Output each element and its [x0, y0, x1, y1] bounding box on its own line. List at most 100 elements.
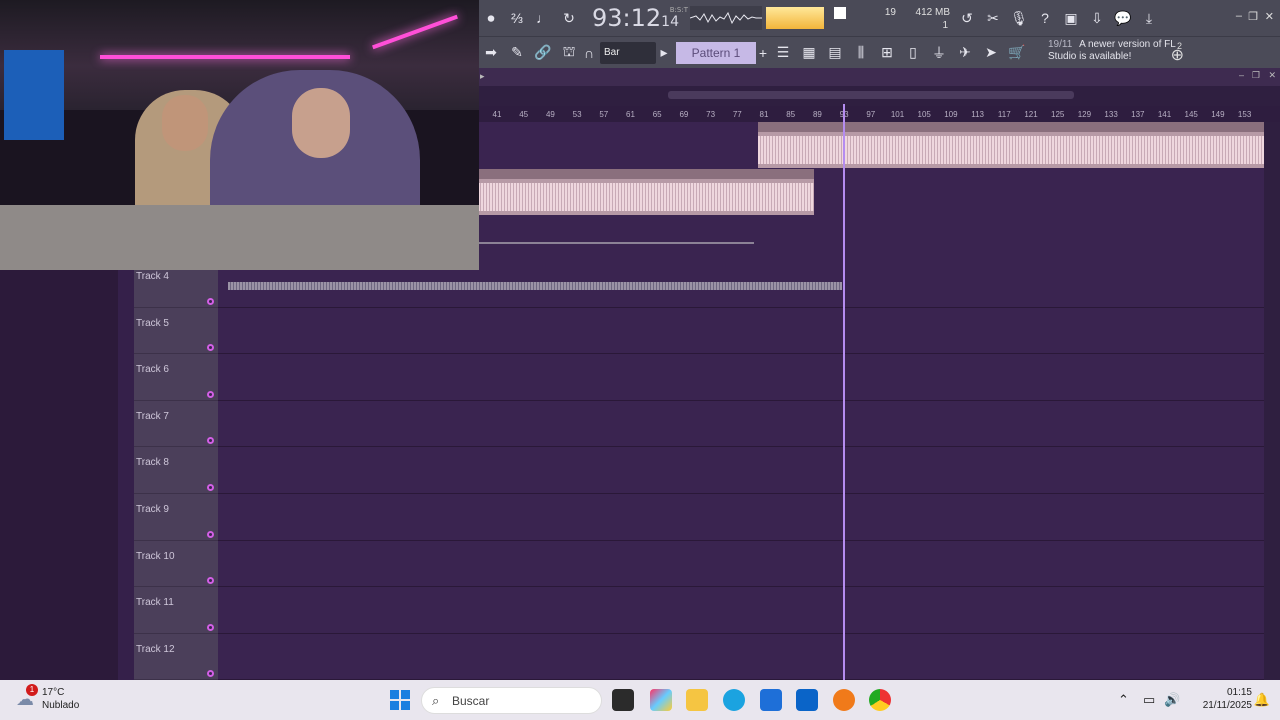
time-main: 93:12	[592, 4, 662, 32]
fl-studio-window: ⏺ ⅔ ♩ ↻ 93:1214 B:S:T 19 412 MB 1 ↺ ✂ 🎙 …	[0, 0, 1280, 680]
record-mode-icon[interactable]: ⏺	[478, 5, 504, 31]
save-icon[interactable]: ▣	[1058, 5, 1084, 31]
mixer-icon[interactable]: ⫼	[848, 40, 874, 66]
track-label: Track 5	[136, 317, 169, 329]
tray-overflow-icon[interactable]: ⌃	[1118, 692, 1129, 708]
track-lane[interactable]	[218, 401, 1264, 448]
track-enable-toggle[interactable]	[207, 344, 214, 352]
fl-studio-icon[interactable]	[833, 689, 855, 711]
track-lane[interactable]	[218, 634, 1264, 680]
playlist-maximize-icon[interactable]: ❐	[1252, 70, 1260, 81]
maximize-icon[interactable]: ❐	[1248, 10, 1258, 23]
stamp-icon[interactable]: ⛫	[556, 40, 582, 66]
edge-icon[interactable]	[723, 689, 745, 711]
audio-clip-3[interactable]	[478, 242, 754, 244]
timeline-ruler[interactable]: 4145495357616569737781858993971011051091…	[478, 106, 1280, 122]
track-header[interactable]: Track 6	[134, 354, 218, 401]
track-header[interactable]: Track 8	[134, 447, 218, 494]
pattern-prev-icon[interactable]: ▸	[656, 40, 672, 66]
tip-icon[interactable]: ➤	[978, 40, 1004, 66]
tools-icon[interactable]: ✈	[952, 40, 978, 66]
track-enable-toggle[interactable]	[207, 623, 214, 631]
download-icon[interactable]: ⤓	[1136, 5, 1162, 31]
countdown-icon[interactable]: ⅔	[504, 5, 530, 31]
audio-clip[interactable]: proyect 98 134 a menor	[758, 122, 1264, 168]
cut-icon[interactable]: ✂	[980, 5, 1006, 31]
track-lane[interactable]	[218, 494, 1264, 541]
file-explorer-icon[interactable]	[686, 689, 708, 711]
track-header[interactable]: Track 7	[134, 401, 218, 448]
link-icon[interactable]: 🔗	[530, 40, 556, 66]
audio-clip-2[interactable]	[478, 169, 814, 215]
track-header[interactable]: Track 5	[134, 308, 218, 355]
track-header[interactable]: Track 12	[134, 634, 218, 680]
bar-number: 101	[890, 110, 905, 119]
playhead[interactable]	[843, 104, 845, 680]
weather-widget[interactable]: ☁ 1 17°C Nublado	[16, 684, 79, 712]
search-box[interactable]: ⌕ Buscar	[421, 687, 602, 714]
network-icon[interactable]: ▭	[1143, 692, 1155, 708]
store-icon[interactable]	[760, 689, 782, 711]
playlist-menu-icon[interactable]: ▸	[480, 71, 485, 82]
update-notice[interactable]: 19/11 A newer version of FL Studio is av…	[1048, 39, 1188, 63]
person-right-face	[292, 88, 350, 158]
close-icon[interactable]: ✕	[1265, 10, 1274, 23]
magnet-icon[interactable]: ∩	[582, 40, 596, 66]
undo-icon[interactable]: ↺	[954, 5, 980, 31]
add-pattern-icon[interactable]: +	[756, 40, 770, 66]
metronome-icon[interactable]: ♩	[530, 5, 556, 31]
track-lane[interactable]	[218, 354, 1264, 401]
render-icon[interactable]: ⇩	[1084, 5, 1110, 31]
mic-icon[interactable]: 🎙	[1006, 5, 1032, 31]
vertical-scrollbar[interactable]	[1264, 122, 1280, 680]
copilot-icon[interactable]	[650, 689, 672, 711]
plugin-icon[interactable]: ⏚	[926, 40, 952, 66]
arrow-right-icon[interactable]: ➡	[478, 40, 504, 66]
pattern-selector[interactable]: Pattern 1	[676, 41, 756, 64]
track-enable-toggle[interactable]	[207, 577, 214, 585]
master-volume-meter[interactable]	[766, 7, 824, 29]
playlist-icon[interactable]: ☰	[770, 40, 796, 66]
bar-number: 121	[1024, 110, 1038, 119]
track-header[interactable]: Track 10	[134, 541, 218, 588]
track-enable-toggle[interactable]	[207, 483, 214, 491]
track-header[interactable]: Track 9	[134, 494, 218, 541]
track-lane[interactable]	[218, 587, 1264, 634]
cpu-graph	[834, 7, 846, 19]
task-view-icon[interactable]	[612, 689, 634, 711]
playlist-minimize-icon[interactable]: –	[1239, 70, 1244, 80]
chrome-icon[interactable]	[869, 689, 891, 711]
playlist-close-icon[interactable]: ✕	[1268, 70, 1276, 81]
track-enable-toggle[interactable]	[207, 670, 214, 678]
piano-roll-icon[interactable]: ▦	[796, 40, 822, 66]
track-lane[interactable]	[218, 541, 1264, 588]
track-enable-toggle[interactable]	[207, 437, 214, 445]
song-position-display[interactable]: 93:1214 B:S:T	[592, 4, 688, 32]
track-enable-toggle[interactable]	[207, 530, 214, 538]
track-label: Track 11	[136, 597, 174, 609]
chat-icon[interactable]: 💬	[1110, 5, 1136, 31]
outlook-icon[interactable]	[796, 689, 818, 711]
channel-rack-icon[interactable]: ▤	[822, 40, 848, 66]
shop-icon[interactable]: 🛒	[1004, 40, 1030, 66]
start-button[interactable]	[390, 690, 410, 710]
track-lane[interactable]	[218, 447, 1264, 494]
browser-icon[interactable]: ⊞	[874, 40, 900, 66]
snap-selector[interactable]: Bar	[600, 41, 656, 64]
project-icon[interactable]: ▯	[900, 40, 926, 66]
help-icon[interactable]: ?	[1032, 5, 1058, 31]
track-enable-toggle[interactable]	[207, 297, 214, 305]
loop-record-icon[interactable]: ↻	[556, 5, 582, 31]
track-header[interactable]: Track 11	[134, 587, 218, 634]
horizontal-scrollbar[interactable]	[478, 86, 1280, 106]
pencil-icon[interactable]: ✎	[504, 40, 530, 66]
track-lane[interactable]	[218, 308, 1264, 355]
studio-monitor	[4, 50, 64, 140]
notification-icon[interactable]: 🔔	[1254, 692, 1270, 708]
track-enable-toggle[interactable]	[207, 390, 214, 398]
clock[interactable]: 01:15 21/11/2025	[1203, 686, 1252, 712]
minimize-icon[interactable]: –	[1236, 10, 1242, 22]
scroll-thumb[interactable]	[668, 91, 1074, 99]
globe-icon[interactable]: ⊕	[1171, 45, 1184, 65]
volume-icon[interactable]: 🔊	[1164, 692, 1180, 708]
